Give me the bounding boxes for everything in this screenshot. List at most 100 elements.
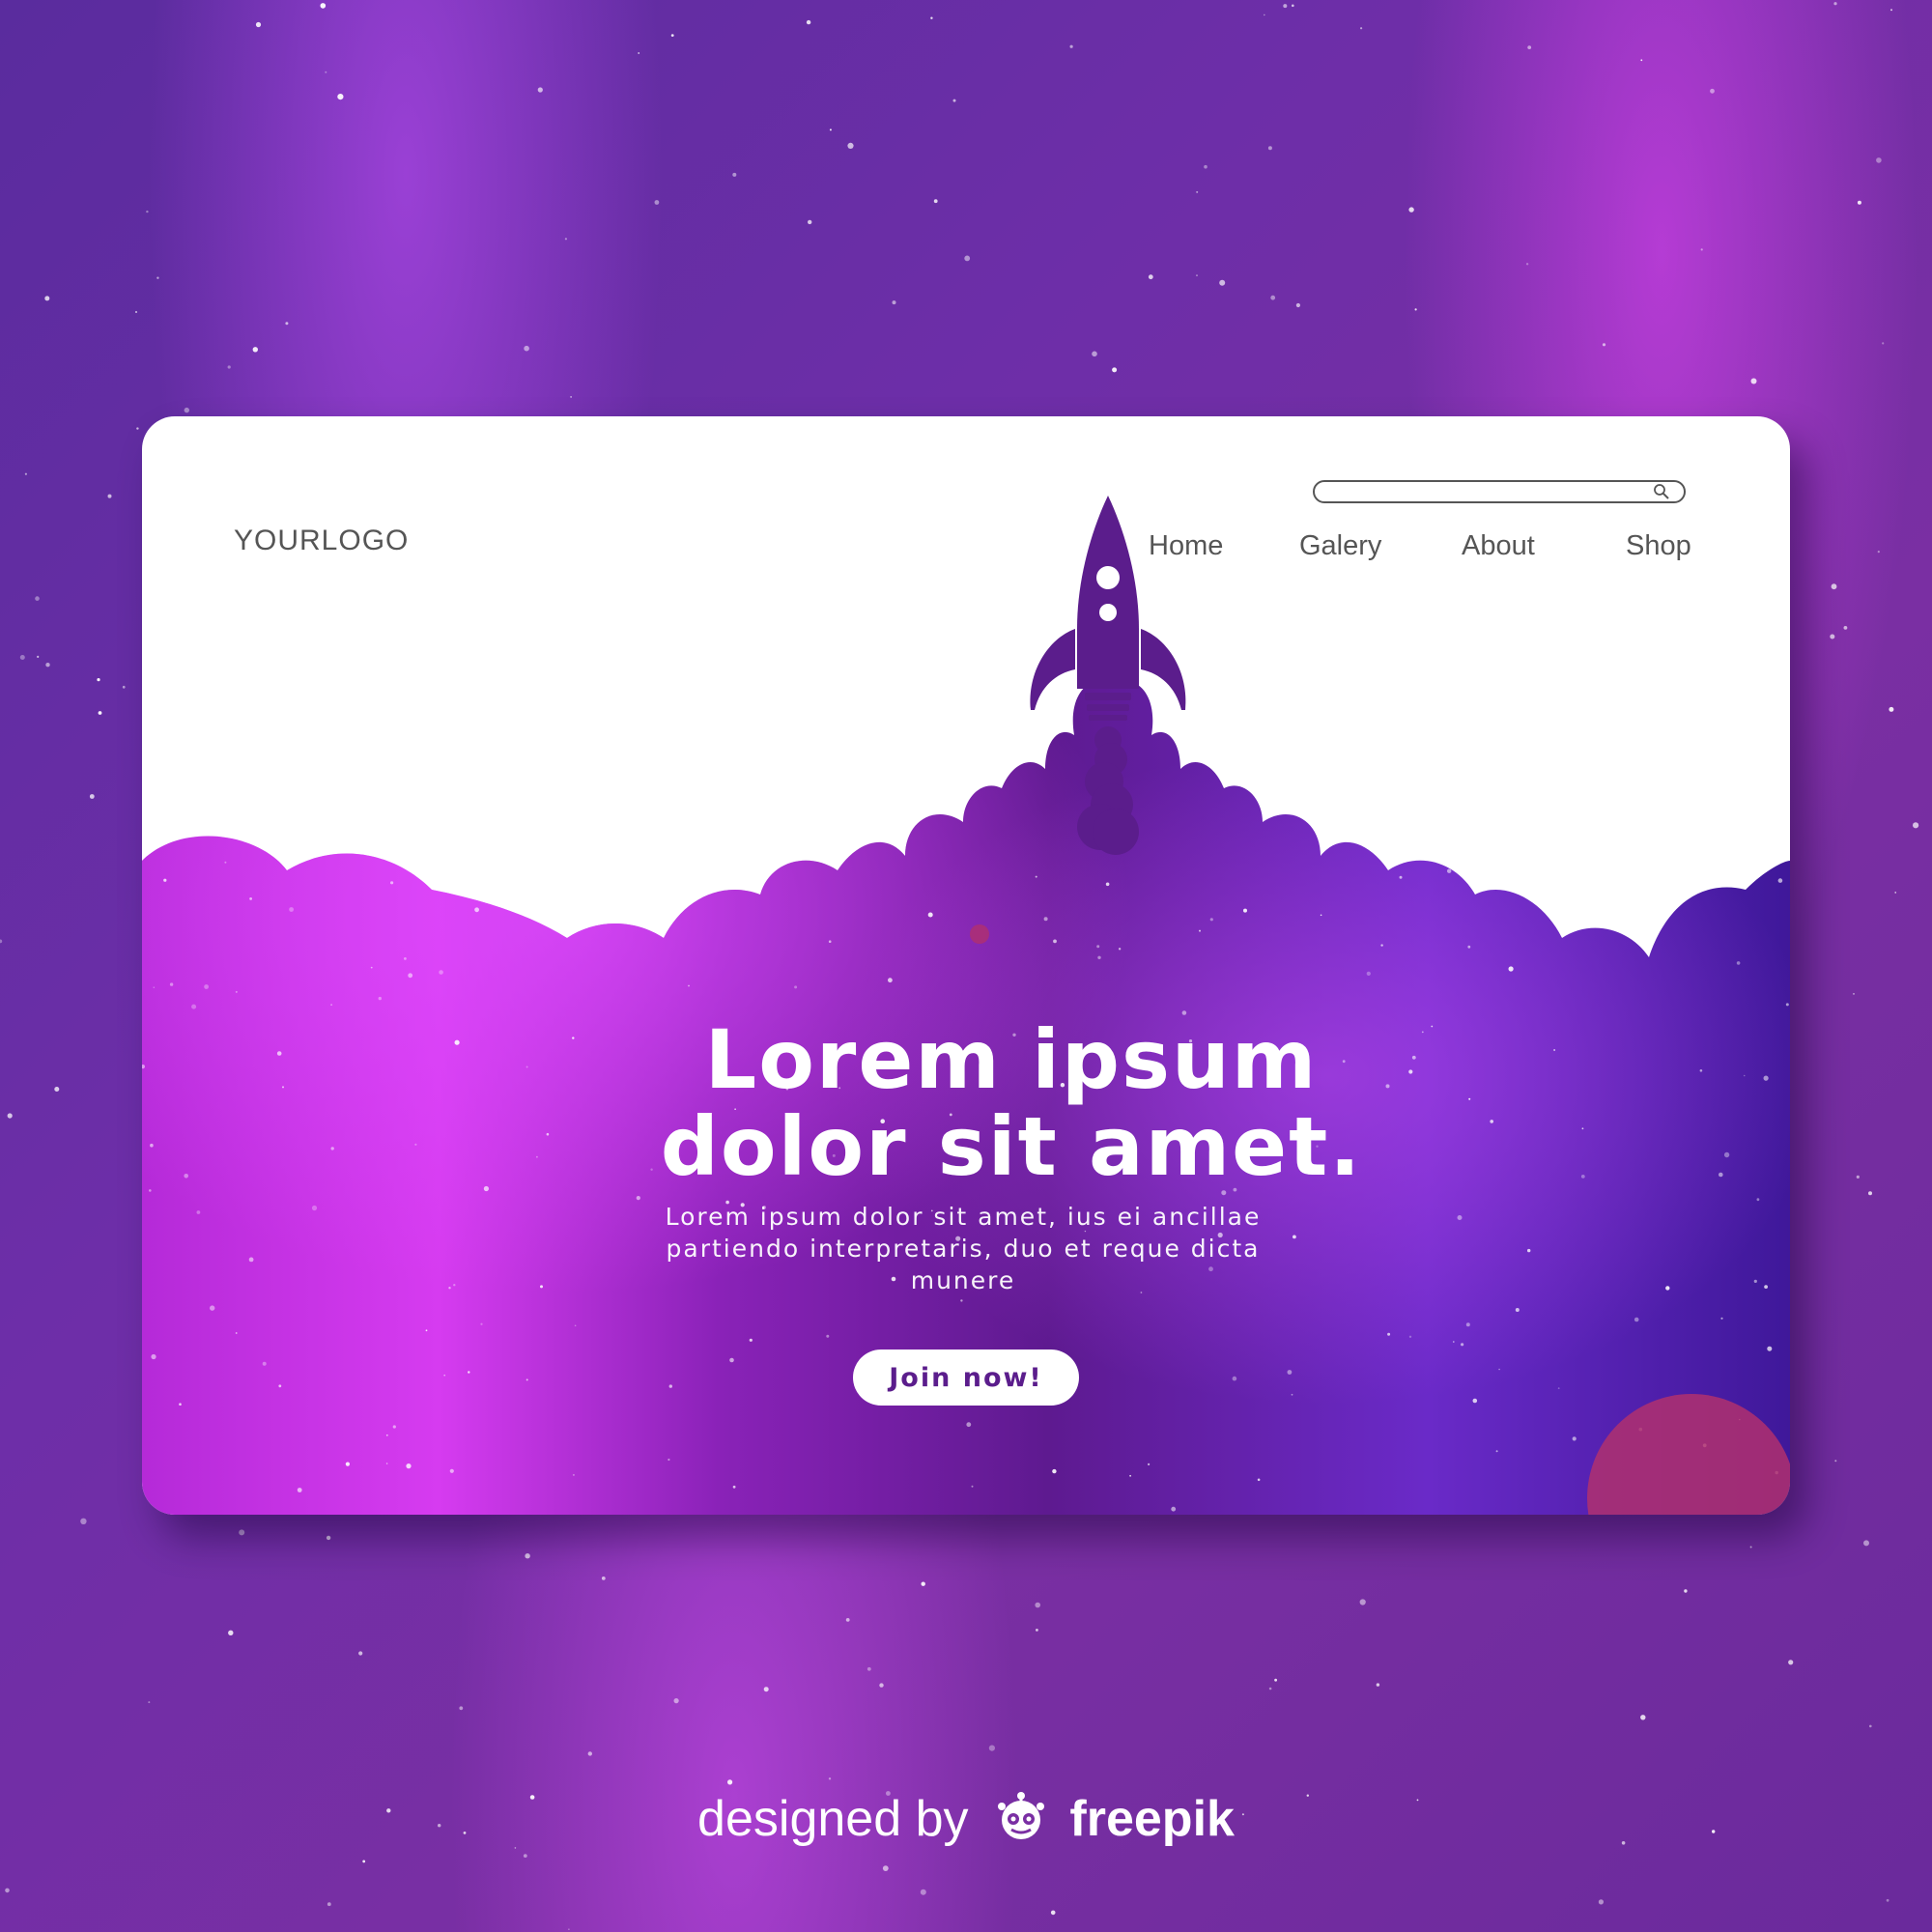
- search-input[interactable]: [1313, 480, 1686, 503]
- star: [1408, 207, 1414, 213]
- star: [89, 794, 95, 799]
- star: [135, 311, 137, 313]
- star: [688, 984, 690, 987]
- star: [927, 912, 933, 918]
- star: [732, 1485, 736, 1489]
- star: [1092, 351, 1097, 357]
- star: [1283, 4, 1288, 9]
- star: [1634, 1317, 1639, 1322]
- star: [1508, 966, 1514, 972]
- star: [1833, 2, 1837, 6]
- star: [390, 881, 394, 885]
- nav-home[interactable]: Home: [1149, 530, 1223, 562]
- star: [1129, 1474, 1131, 1477]
- join-now-button[interactable]: Join now!: [853, 1350, 1079, 1406]
- star: [196, 1210, 201, 1214]
- star: [1743, 1074, 1746, 1077]
- star: [829, 128, 832, 131]
- star: [1831, 583, 1837, 590]
- star: [385, 1434, 388, 1436]
- star: [1723, 1151, 1730, 1158]
- star: [122, 685, 126, 689]
- star: [570, 396, 572, 398]
- star: [1764, 1285, 1768, 1289]
- star: [1257, 1478, 1261, 1482]
- star: [1376, 1683, 1380, 1687]
- star: [537, 87, 543, 93]
- star: [44, 296, 50, 301]
- star: [278, 1384, 282, 1388]
- star: [1640, 1715, 1646, 1720]
- star: [255, 21, 262, 28]
- star: [227, 365, 231, 369]
- star: [235, 1332, 238, 1334]
- star: [888, 978, 893, 983]
- star: [526, 1378, 528, 1381]
- star: [1196, 274, 1198, 276]
- star: [0, 939, 3, 944]
- star: [1036, 1629, 1038, 1632]
- credit-prefix: designed by: [697, 1791, 969, 1847]
- star: [1889, 706, 1894, 712]
- star: [636, 1196, 640, 1201]
- star: [749, 1338, 753, 1342]
- star: [1105, 882, 1110, 887]
- star: [1894, 892, 1896, 894]
- star: [568, 1928, 570, 1930]
- star: [285, 322, 289, 326]
- search-icon[interactable]: [1653, 483, 1670, 500]
- star: [1118, 948, 1122, 951]
- small-planet: [970, 924, 989, 944]
- star: [845, 1618, 850, 1622]
- star: [362, 1860, 366, 1863]
- star: [1495, 1450, 1498, 1453]
- star: [1320, 914, 1322, 917]
- star: [325, 71, 327, 73]
- nav-shop[interactable]: Shop: [1626, 530, 1691, 562]
- star: [794, 985, 798, 989]
- star: [1270, 295, 1276, 300]
- star: [1876, 157, 1882, 163]
- star: [1043, 917, 1048, 922]
- star: [1465, 1322, 1470, 1327]
- star: [468, 1371, 470, 1374]
- star: [1684, 1589, 1688, 1593]
- star: [1581, 1127, 1584, 1130]
- star: [1457, 1215, 1463, 1220]
- credit-brand: freepik: [1069, 1791, 1235, 1847]
- star: [136, 427, 139, 430]
- star: [1652, 878, 1656, 881]
- star: [1640, 59, 1643, 62]
- star: [1606, 879, 1609, 882]
- star: [148, 1701, 151, 1704]
- star: [153, 986, 156, 988]
- star: [1557, 1387, 1560, 1389]
- site-logo[interactable]: YOURLOGO: [234, 525, 409, 557]
- star: [1767, 1346, 1773, 1351]
- star: [448, 1287, 451, 1290]
- star: [454, 1039, 460, 1045]
- nav-about[interactable]: About: [1462, 530, 1535, 562]
- star: [1387, 1332, 1391, 1336]
- star: [330, 1147, 334, 1151]
- star: [523, 1854, 527, 1858]
- star: [1857, 200, 1861, 205]
- star: [1869, 1724, 1872, 1728]
- star: [670, 34, 674, 37]
- star: [345, 1462, 350, 1466]
- star: [151, 1353, 156, 1360]
- star: [930, 16, 933, 19]
- star: [1710, 88, 1715, 94]
- star: [1777, 878, 1783, 883]
- star: [1853, 993, 1855, 995]
- hero-description-line-1: Lorem ipsum dolor sit amet, ius ei ancil…: [665, 1203, 1262, 1231]
- star: [1736, 961, 1741, 965]
- star: [97, 678, 100, 682]
- star: [952, 99, 956, 102]
- star: [1291, 1393, 1293, 1396]
- star: [1843, 626, 1848, 630]
- star: [169, 982, 174, 986]
- nav-galery[interactable]: Galery: [1299, 530, 1381, 562]
- star: [282, 1086, 284, 1089]
- star: [326, 1535, 331, 1541]
